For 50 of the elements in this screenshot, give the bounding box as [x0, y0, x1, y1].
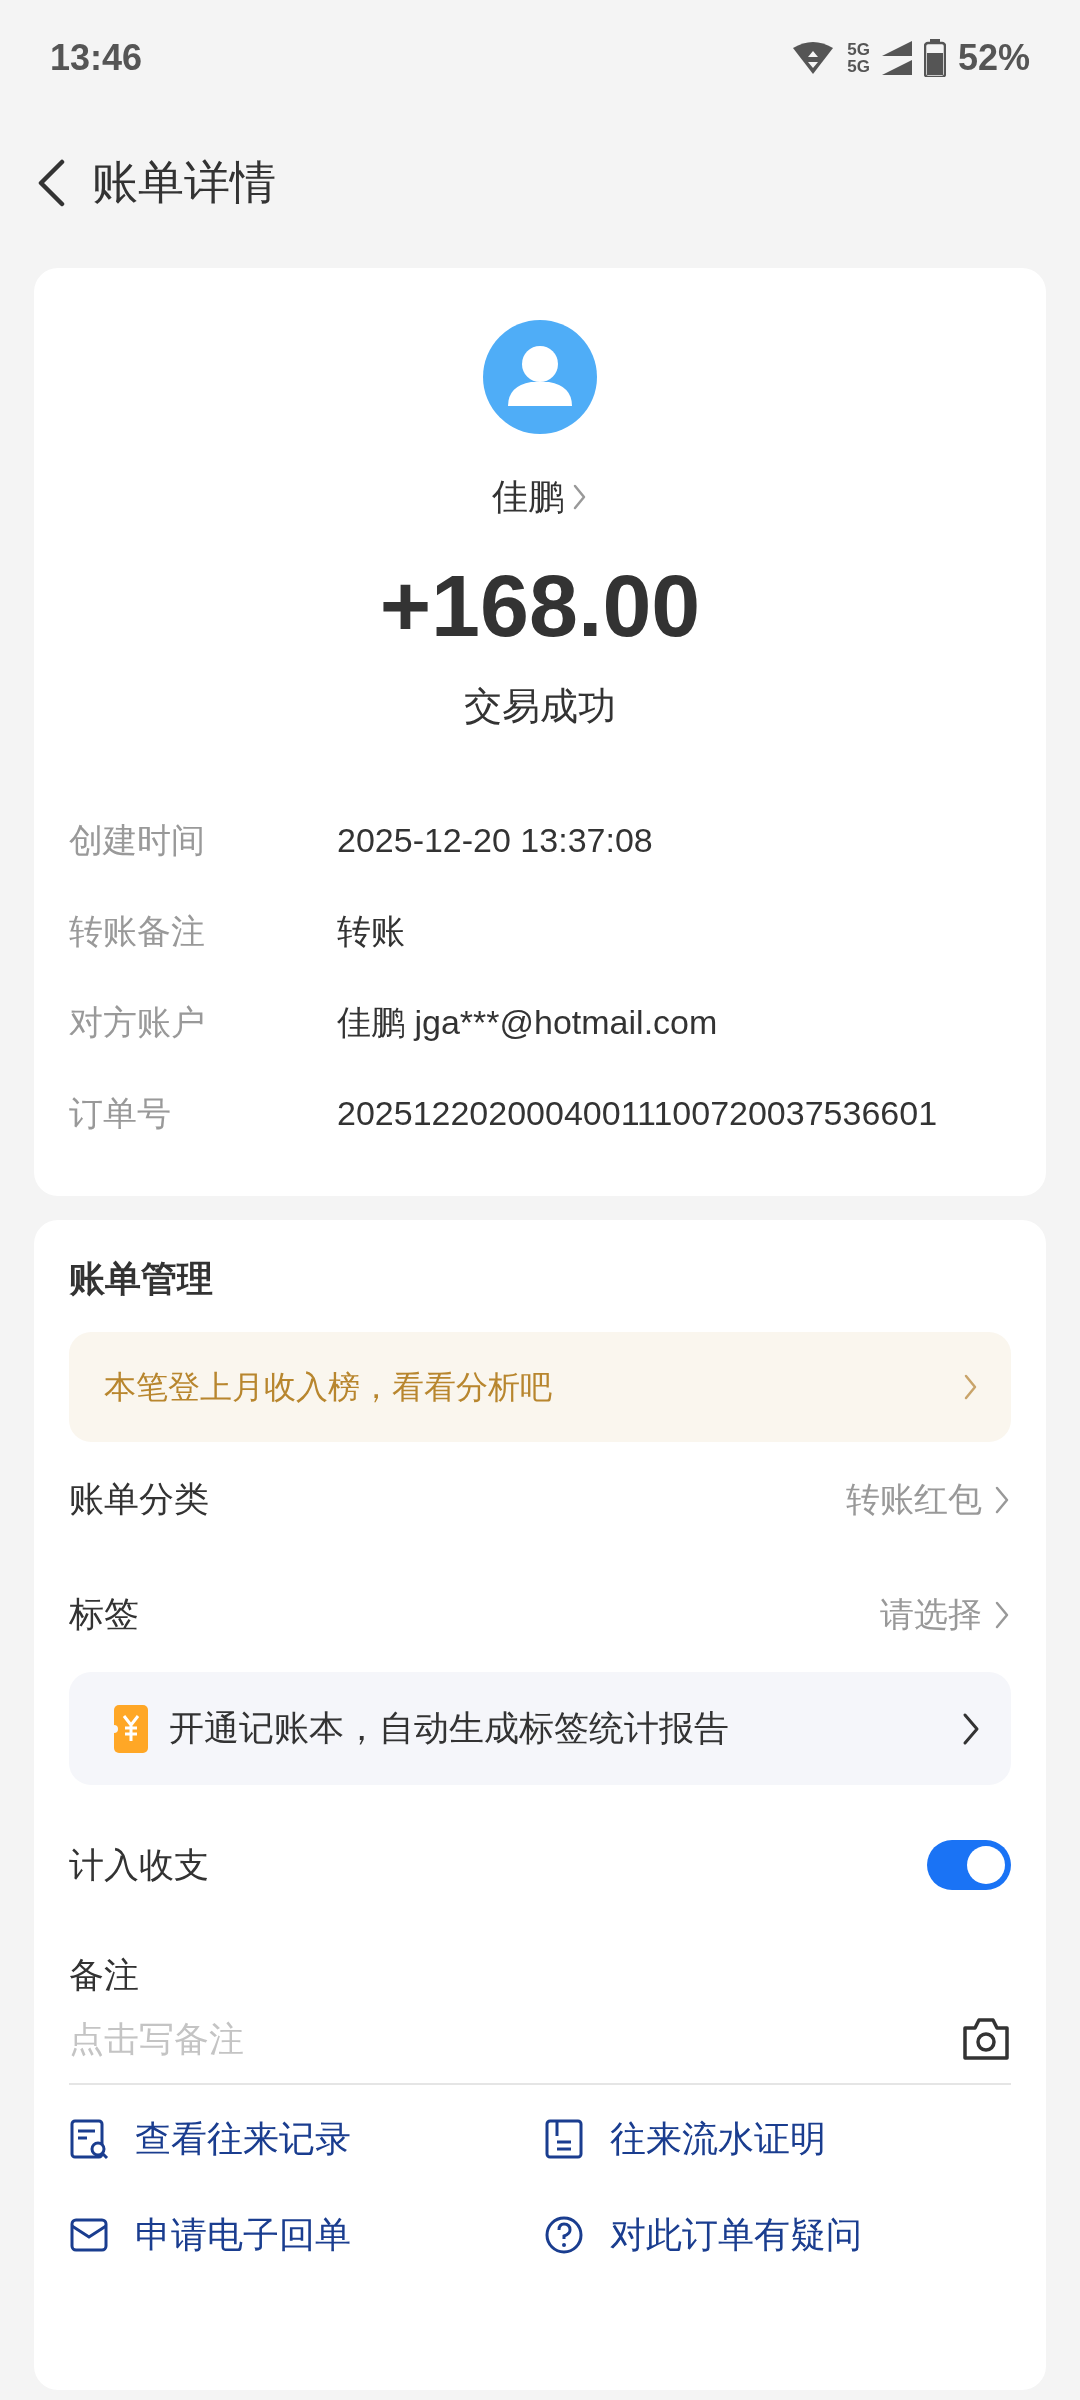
back-icon[interactable]	[36, 158, 66, 207]
toggle-label: 计入收支	[69, 1843, 209, 1886]
detail-label: 订单号	[69, 1093, 172, 1134]
chevron-right-icon	[994, 1484, 1011, 1515]
signal-icon	[881, 40, 912, 56]
detail-label: 转账备注	[69, 911, 206, 952]
note-input[interactable]: 点击写备注	[69, 2012, 961, 2066]
setting-value: 请选择	[880, 1594, 982, 1635]
section-title: 账单管理	[69, 1257, 214, 1301]
page-title: 账单详情	[92, 155, 276, 210]
record-search-icon	[69, 2118, 109, 2160]
action-link[interactable]: 查看往来记录	[69, 2111, 544, 2167]
wifi-icon	[791, 39, 836, 76]
coupon-icon	[111, 1702, 151, 1755]
ledger-promo-banner[interactable]: 开通记账本，自动生成标签统计报告	[69, 1672, 1011, 1785]
action-link[interactable]: 对此订单有疑问	[544, 2207, 1011, 2263]
setting-label: 账单分类	[69, 1478, 209, 1521]
detail-value: 佳鹏 jga***@hotmail.com	[337, 1002, 718, 1043]
note-label: 备注	[69, 1953, 140, 1996]
action-link[interactable]: 申请电子回单	[69, 2207, 544, 2263]
document-icon	[544, 2118, 584, 2160]
camera-icon[interactable]	[961, 2016, 1011, 2062]
chevron-right-icon	[963, 1373, 979, 1401]
signal-icon	[881, 59, 912, 75]
transaction-status: 交易成功	[463, 684, 617, 729]
battery-percent: 52%	[957, 35, 1030, 80]
detail-label: 对方账户	[69, 1002, 206, 1043]
detail-value: 2025-12-20 13:37:08	[337, 820, 653, 861]
contact-name[interactable]: 佳鹏	[492, 470, 564, 524]
chevron-right-icon	[962, 1711, 981, 1746]
network-label: 5G	[847, 40, 870, 58]
avatar-icon	[483, 320, 597, 434]
banner-text: 本笔登上月收入榜，看看分析吧	[104, 1368, 552, 1407]
toggle-switch[interactable]	[927, 1840, 1011, 1890]
amount: +168.00	[378, 562, 702, 650]
status-time: 13:46	[50, 35, 143, 80]
detail-value: 转账	[337, 911, 405, 952]
help-icon	[544, 2214, 584, 2256]
chevron-right-icon	[994, 1599, 1011, 1630]
setting-row[interactable]: 账单分类 转账红包	[69, 1442, 1011, 1557]
battery-icon	[923, 38, 946, 77]
action-link[interactable]: 往来流水证明	[544, 2111, 1011, 2167]
detail-label: 创建时间	[69, 820, 206, 861]
network-label: 5G	[847, 57, 870, 75]
setting-row[interactable]: 标签 请选择	[69, 1557, 1011, 1672]
setting-label: 标签	[69, 1593, 139, 1636]
promo-text: 开通记账本，自动生成标签统计报告	[169, 1707, 730, 1750]
setting-value: 转账红包	[846, 1479, 982, 1520]
detail-value: 20251220200040011100720037536601	[337, 1093, 938, 1134]
chevron-right-icon	[572, 483, 588, 511]
